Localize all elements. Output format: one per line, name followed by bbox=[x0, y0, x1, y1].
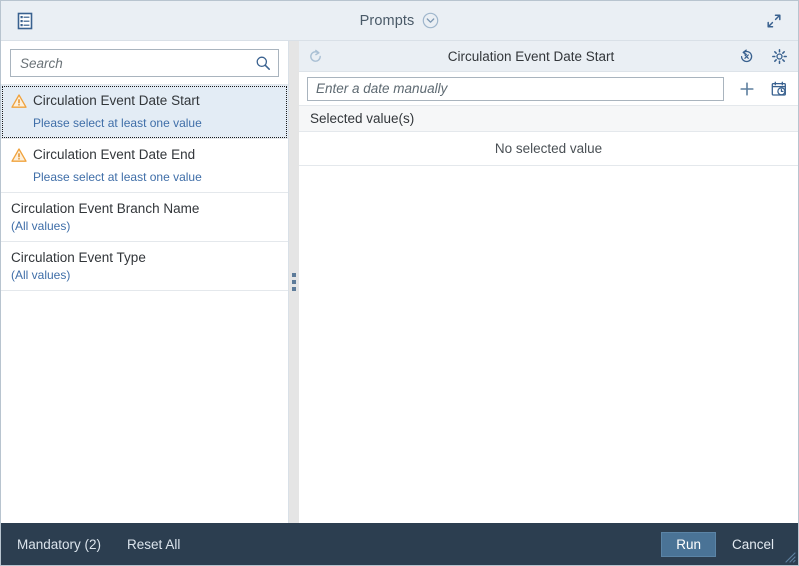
dialog-body: Circulation Event Date Start Please sele… bbox=[1, 41, 798, 523]
prompt-item-label: Circulation Event Date End bbox=[33, 147, 196, 162]
prompts-dialog: Prompts Search Circulation Event Date St… bbox=[0, 0, 799, 566]
footer-left-actions: Mandatory (2) Reset All bbox=[17, 537, 180, 552]
mandatory-filter-link[interactable]: Mandatory (2) bbox=[17, 537, 101, 552]
prompt-item-sublabel: Please select at least one value bbox=[33, 170, 202, 184]
prompt-item-sublabel: Please select at least one value bbox=[33, 116, 202, 130]
search-input[interactable] bbox=[20, 55, 255, 71]
prompt-list[interactable]: Circulation Event Date Start Please sele… bbox=[1, 84, 288, 523]
prompt-item-sublabel: (All values) bbox=[11, 268, 71, 282]
date-input[interactable] bbox=[307, 76, 724, 101]
titlebar-left-group bbox=[1, 12, 49, 30]
plus-icon[interactable] bbox=[738, 80, 756, 98]
prompt-item-sublabel: (All values) bbox=[11, 219, 71, 233]
detail-content-area bbox=[299, 166, 798, 523]
list-item[interactable]: Circulation Event Date Start Please sele… bbox=[1, 85, 288, 139]
date-entry-row bbox=[299, 72, 798, 106]
list-item[interactable]: Circulation Event Branch Name (All value… bbox=[1, 193, 288, 242]
detail-header-actions bbox=[738, 48, 788, 65]
form-list-icon[interactable] bbox=[16, 12, 34, 30]
page-title: Prompts bbox=[359, 12, 415, 29]
search-container bbox=[1, 41, 288, 84]
dialog-footer: Mandatory (2) Reset All Run Cancel bbox=[1, 523, 798, 565]
search-box[interactable] bbox=[10, 49, 279, 77]
dialog-titlebar: Prompts bbox=[1, 1, 798, 41]
chevron-down-circle-icon[interactable] bbox=[422, 12, 439, 29]
cancel-button[interactable]: Cancel bbox=[722, 533, 784, 556]
reset-all-button[interactable]: Reset All bbox=[127, 537, 180, 552]
prompt-item-row: Circulation Event Branch Name bbox=[11, 200, 278, 217]
list-item[interactable]: Circulation Event Date End Please select… bbox=[1, 139, 288, 193]
clear-selection-icon[interactable] bbox=[738, 48, 755, 65]
titlebar-right-group bbox=[750, 12, 798, 30]
warning-triangle-icon bbox=[11, 93, 27, 114]
list-item[interactable]: Circulation Event Type (All values) bbox=[1, 242, 288, 291]
resize-grip-icon[interactable] bbox=[782, 549, 796, 563]
footer-right-actions: Run Cancel bbox=[661, 531, 784, 557]
expand-fullscreen-icon[interactable] bbox=[765, 12, 783, 30]
prompt-item-row: Circulation Event Type bbox=[11, 249, 278, 266]
refresh-icon[interactable] bbox=[307, 48, 324, 65]
panel-splitter[interactable] bbox=[289, 41, 299, 523]
titlebar-title-group: Prompts bbox=[49, 12, 750, 29]
prompt-item-row: Circulation Event Date Start bbox=[11, 92, 278, 114]
no-selected-value-text: No selected value bbox=[299, 132, 798, 166]
prompt-list-panel: Circulation Event Date Start Please sele… bbox=[1, 41, 289, 523]
selected-values-header: Selected value(s) bbox=[299, 106, 798, 132]
prompt-item-row: Circulation Event Date End bbox=[11, 146, 278, 168]
splitter-grip-icon[interactable] bbox=[292, 273, 296, 291]
prompt-item-label: Circulation Event Type bbox=[11, 250, 146, 265]
warning-triangle-icon bbox=[11, 147, 27, 168]
detail-title: Circulation Event Date Start bbox=[447, 48, 615, 64]
prompt-item-label: Circulation Event Date Start bbox=[33, 93, 200, 108]
search-icon[interactable] bbox=[255, 55, 271, 71]
gear-icon[interactable] bbox=[771, 48, 788, 65]
detail-header: Circulation Event Date Start bbox=[299, 41, 798, 72]
prompt-item-label: Circulation Event Branch Name bbox=[11, 201, 200, 216]
run-button[interactable]: Run bbox=[661, 531, 716, 557]
calendar-clock-icon[interactable] bbox=[770, 80, 788, 98]
prompt-detail-panel: Circulation Event Date Start Enter a dat… bbox=[299, 41, 798, 523]
